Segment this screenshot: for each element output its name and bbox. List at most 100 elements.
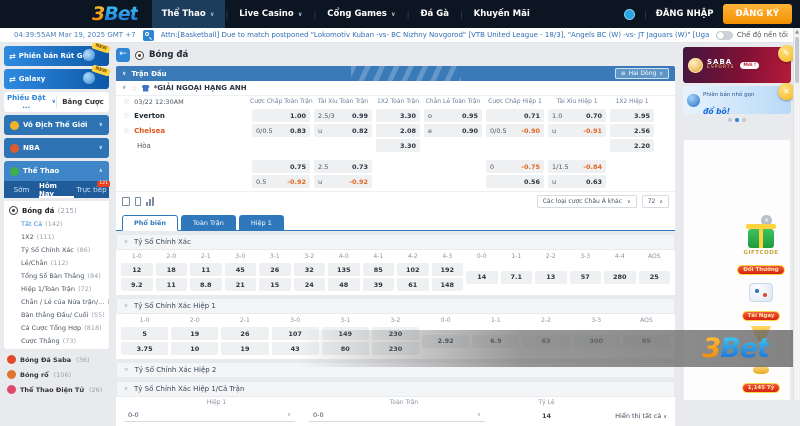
- tab-2[interactable]: Toàn Trận: [181, 215, 236, 231]
- odds-button[interactable]: 3.95: [610, 109, 654, 122]
- score-odd[interactable]: 45: [224, 263, 256, 276]
- match-section-bar[interactable]: ∨ Trận Đấu ≡ Hai Dòng ∨: [116, 66, 675, 81]
- odds-button[interactable]: 2.20: [610, 139, 654, 152]
- market-item-5[interactable]: Tổng Số Bàn Thắng (84): [6, 269, 107, 282]
- odds-button[interactable]: u 0.63: [548, 175, 606, 188]
- score-odd[interactable]: 18: [155, 263, 187, 276]
- market-item-7[interactable]: Chẵn / Lẻ của Nửa trận/... (65): [6, 295, 109, 308]
- score-odd[interactable]: 19: [171, 327, 219, 340]
- sidebar-item-football[interactable]: Bóng đá (215): [6, 204, 107, 217]
- odds-button[interactable]: 0.75: [252, 160, 310, 173]
- odds-button[interactable]: u -0.92: [314, 175, 372, 188]
- score-odd[interactable]: 32: [293, 263, 325, 276]
- row-mode-select[interactable]: ≡ Hai Dòng ∨: [614, 68, 669, 79]
- score-odd[interactable]: 2.92: [422, 334, 470, 348]
- score-odd[interactable]: 280: [604, 270, 636, 284]
- odds-button[interactable]: e 0.90: [424, 124, 482, 137]
- odds-button[interactable]: o 0.95: [424, 109, 482, 122]
- odds-button[interactable]: 3.30: [376, 109, 420, 122]
- score-odd[interactable]: 85: [622, 334, 670, 348]
- market-item-2[interactable]: 1X2 (111): [6, 230, 107, 243]
- nav-item-3[interactable]: Cổng Games ∨: [317, 0, 405, 28]
- league-header-row[interactable]: ∨ ☆ *GIẢI NGOẠI HẠNG ANH: [116, 81, 675, 96]
- score-odd[interactable]: 148: [431, 278, 463, 291]
- trophy-floater[interactable]: [733, 326, 789, 341]
- odds-button[interactable]: 0/0.5 0.83: [252, 124, 310, 137]
- score-odd[interactable]: 26: [221, 327, 269, 340]
- section-header-1[interactable]: ∨ Tỷ Số Chính Xác: [116, 234, 675, 250]
- favorite-star-icon[interactable]: ☆: [130, 84, 137, 92]
- odds-button[interactable]: 2.5 0.73: [314, 160, 372, 173]
- market-count-toggle[interactable]: 72 ∧: [641, 195, 669, 208]
- page-scrollbar[interactable]: ▲: [793, 28, 800, 400]
- jackpot-floater[interactable]: 1,145 Tỷ: [733, 365, 789, 393]
- score-odd[interactable]: 14: [466, 270, 498, 284]
- copy-view-icon[interactable]: [122, 197, 130, 206]
- show-all-link[interactable]: Hiển thị tất cả ∨: [594, 412, 667, 420]
- tab-3[interactable]: Hiệp 1: [238, 215, 284, 231]
- scroll-up-arrow[interactable]: ▲: [794, 28, 800, 36]
- score-odd[interactable]: 5: [121, 327, 169, 340]
- htft-ft-select[interactable]: 0-0 ∨: [309, 409, 485, 422]
- score-odd[interactable]: 61: [397, 278, 429, 291]
- carousel-dot[interactable]: [728, 118, 732, 122]
- scrollbar-thumb[interactable]: [795, 37, 799, 83]
- score-odd[interactable]: 39: [362, 278, 394, 291]
- register-button[interactable]: ĐĂNG KÝ: [722, 4, 792, 24]
- score-odd[interactable]: 25: [638, 270, 670, 284]
- score-odd[interactable]: 8.8: [190, 278, 222, 291]
- login-button[interactable]: ĐĂNG NHẬP: [656, 9, 714, 19]
- odds-button[interactable]: u -0.91: [548, 124, 606, 137]
- odds-button[interactable]: u 0.82: [314, 124, 372, 137]
- odds-button[interactable]: 2.08: [376, 124, 420, 137]
- sidebar-item-league-1[interactable]: Vô Địch Thế Giới ∨: [4, 115, 109, 135]
- carousel-dot[interactable]: [735, 118, 739, 122]
- nav-item-4[interactable]: Đá Gà: [410, 0, 459, 28]
- dark-mode-toggle[interactable]: [715, 30, 733, 40]
- language-globe-icon[interactable]: [624, 8, 635, 20]
- score-odd[interactable]: 43: [271, 342, 319, 355]
- nav-item-5[interactable]: Khuyến Mãi: [464, 0, 540, 28]
- odds-button[interactable]: 0.71: [486, 109, 544, 122]
- score-odd[interactable]: 11: [190, 263, 222, 276]
- score-odd[interactable]: 3.75: [121, 342, 169, 355]
- score-odd[interactable]: 63: [522, 334, 570, 348]
- score-odd[interactable]: 15: [259, 278, 291, 291]
- score-odd[interactable]: 300: [572, 334, 620, 348]
- score-odd[interactable]: 21: [224, 278, 256, 291]
- sidebar-item-sports[interactable]: Thể Thao ∧: [4, 161, 109, 181]
- favorite-star-icon[interactable]: ☆: [123, 98, 130, 106]
- score-odd[interactable]: 10: [171, 342, 219, 355]
- sidebar-item-league-2[interactable]: NBA ∨: [4, 138, 109, 158]
- sidebar-item-sport-1[interactable]: Bóng Đá Saba (36): [4, 352, 109, 367]
- score-odd[interactable]: 80: [321, 342, 369, 355]
- score-odd[interactable]: 85: [362, 263, 394, 276]
- score-odd[interactable]: 230: [371, 342, 420, 355]
- score-odd[interactable]: 24: [293, 278, 325, 291]
- score-odd[interactable]: 26: [259, 263, 291, 276]
- search-icon[interactable]: [142, 29, 154, 41]
- odds-button[interactable]: 1/1.5 -0.84: [548, 160, 606, 173]
- odds-button[interactable]: 0.5 -0.92: [252, 175, 310, 188]
- odds-button[interactable]: 0 -0.75: [486, 160, 544, 173]
- time-tab-1[interactable]: Sớm: [4, 181, 39, 198]
- score-odd[interactable]: 149: [321, 327, 369, 340]
- minigame-floater[interactable]: Tải Ngay: [733, 283, 789, 321]
- market-item-9[interactable]: Cá Cược Tổng Hợp (818): [6, 321, 107, 334]
- score-odd[interactable]: 48: [328, 278, 360, 291]
- giftcode-floater[interactable]: GIFTCODE Đổi Thưởng: [733, 224, 789, 275]
- market-item-8[interactable]: Bàn thắng Đầu/ Cuối (55): [6, 308, 107, 321]
- quick-button-2[interactable]: ⇄ Galaxy NEW: [4, 64, 111, 89]
- score-odd[interactable]: 19: [221, 342, 269, 355]
- section-header-htft[interactable]: ∨ Tỷ Số Chính Xác Hiệp 1/Cả Trận: [116, 381, 675, 397]
- section-header-2[interactable]: ∨ Tỷ Số Chính Xác Hiệp 1: [116, 298, 675, 314]
- score-odd[interactable]: 6.9: [472, 334, 520, 348]
- score-odd[interactable]: 57: [569, 270, 601, 284]
- market-item-4[interactable]: Lẻ/Chẵn (112): [6, 256, 107, 269]
- tab-bet-slip[interactable]: Phiếu Đặt ... ∨: [4, 94, 56, 110]
- carousel-dot[interactable]: [742, 118, 746, 122]
- favorite-star-icon[interactable]: ☆: [123, 127, 130, 135]
- brand-logo[interactable]: 3Bet: [92, 3, 139, 25]
- mobile-view-icon[interactable]: [135, 197, 141, 206]
- sidebar-item-sport-2[interactable]: Bóng rổ (106): [4, 367, 109, 382]
